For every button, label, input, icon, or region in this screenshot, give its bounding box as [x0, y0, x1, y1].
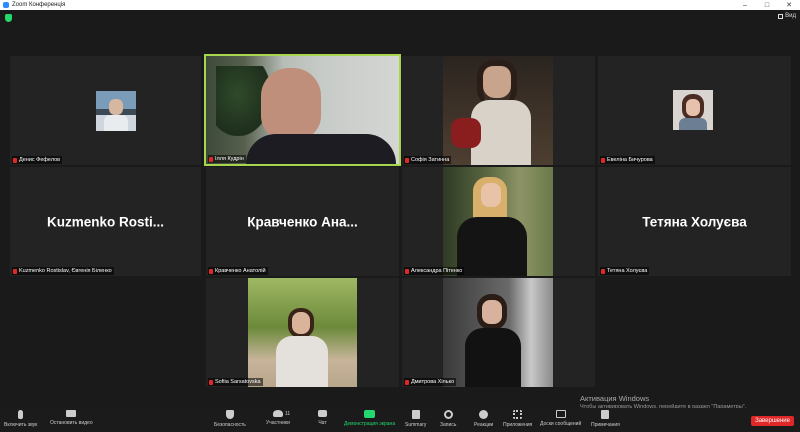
whiteboard-icon — [555, 410, 566, 418]
meeting-top-strip: Вид — [0, 10, 800, 26]
stop-video-button[interactable]: Остановить видео — [50, 410, 93, 426]
mute-button[interactable]: Включить звук — [4, 410, 37, 428]
video-tile[interactable]: Sofiia Sarsatovska — [206, 278, 399, 387]
video-tile[interactable]: Кравченко Ана... Кравченко Анатолій — [206, 167, 399, 276]
avatar — [673, 90, 713, 130]
record-icon — [443, 410, 453, 419]
encryption-shield-icon[interactable] — [5, 14, 12, 22]
participant-name: Александра Пітенко — [404, 267, 465, 275]
participant-name: Тетяна Холуєва — [600, 267, 650, 275]
participant-name: Дмитрова Хілько — [404, 378, 457, 386]
video-tile[interactable]: Александра Пітенко — [402, 167, 595, 276]
zoom-app-icon — [3, 2, 9, 8]
participant-name: Kuzmenko Rostislav, Євгенія Біленко — [12, 267, 114, 275]
participant-video — [443, 278, 553, 387]
close-button[interactable]: ✕ — [778, 1, 800, 9]
chat-button[interactable]: Чат — [318, 410, 327, 426]
apps-button[interactable]: Приложения — [503, 410, 532, 428]
meeting-toolbar: Включить звук Остановить видео Безопасно… — [0, 408, 800, 432]
minimize-button[interactable]: – — [734, 2, 756, 9]
share-screen-button[interactable]: Демонстрация экрана — [344, 410, 395, 427]
muted-mic-icon — [601, 157, 605, 163]
record-button[interactable]: Запись — [440, 410, 456, 428]
participant-display-name: Кравченко Ана... — [247, 214, 358, 229]
participant-video — [443, 167, 553, 276]
video-tile[interactable]: Тетяна Холуєва Тетяна Холуєва — [598, 167, 791, 276]
security-button[interactable]: Безопасность — [214, 410, 246, 428]
reactions-icon — [479, 410, 489, 419]
participant-video — [206, 56, 399, 164]
title-bar: Zoom Конференція – □ ✕ — [0, 0, 800, 10]
muted-mic-icon — [405, 157, 409, 163]
participants-icon — [272, 410, 283, 417]
muted-mic-icon — [209, 379, 213, 385]
chat-icon — [318, 410, 327, 417]
participant-name: Евеліна Бичурова — [600, 156, 655, 164]
summary-button[interactable]: Summary — [405, 410, 426, 428]
video-camera-icon — [66, 410, 77, 417]
avatar — [96, 91, 136, 131]
summary-icon — [411, 410, 420, 419]
notes-icon — [601, 410, 610, 419]
apps-icon — [513, 410, 523, 419]
muted-mic-icon — [209, 268, 213, 274]
participants-count: 11 — [285, 411, 291, 417]
watermark-title: Активация Windows — [580, 394, 650, 403]
notes-button[interactable]: Примечания — [591, 410, 620, 428]
video-tile[interactable]: Kuzmenko Rosti... Kuzmenko Rostislav, Єв… — [10, 167, 201, 276]
window-title: Zoom Конференція — [12, 2, 66, 8]
video-tile[interactable]: Денис Фефелов — [10, 56, 201, 165]
video-tile-active-speaker[interactable]: Ілля Кудрін — [204, 54, 401, 166]
muted-mic-icon — [405, 379, 409, 385]
muted-mic-icon — [13, 157, 17, 163]
video-tile[interactable]: Софія Затинна — [402, 56, 595, 165]
participant-name: Софія Затинна — [404, 156, 452, 164]
muted-mic-icon — [405, 268, 409, 274]
participant-name: Денис Фефелов — [12, 156, 63, 164]
participant-display-name: Kuzmenko Rosti... — [46, 214, 164, 229]
participant-video — [443, 56, 553, 165]
video-tile[interactable]: Евеліна Бичурова — [598, 56, 791, 165]
muted-mic-icon — [209, 156, 213, 162]
microphone-icon — [18, 410, 24, 419]
shield-icon — [225, 410, 234, 419]
share-screen-icon — [364, 410, 376, 418]
view-button[interactable]: Вид — [778, 13, 796, 19]
participant-name: Ілля Кудрін — [208, 155, 246, 163]
reactions-button[interactable]: Реакции — [474, 410, 493, 428]
end-meeting-button[interactable]: Завершение — [751, 416, 794, 426]
grid-icon — [778, 13, 784, 19]
participant-video — [248, 278, 357, 387]
muted-mic-icon — [601, 268, 605, 274]
participant-display-name: Тетяна Холуєва — [642, 214, 747, 229]
muted-mic-icon — [13, 268, 17, 274]
whiteboards-button[interactable]: Доски сообщений — [540, 410, 581, 427]
maximize-button[interactable]: □ — [756, 2, 778, 9]
participant-name: Sofiia Sarsatovska — [208, 378, 263, 386]
participant-name: Кравченко Анатолій — [208, 267, 268, 275]
video-tile[interactable]: Дмитрова Хілько — [402, 278, 595, 387]
view-label: Вид — [785, 13, 796, 19]
